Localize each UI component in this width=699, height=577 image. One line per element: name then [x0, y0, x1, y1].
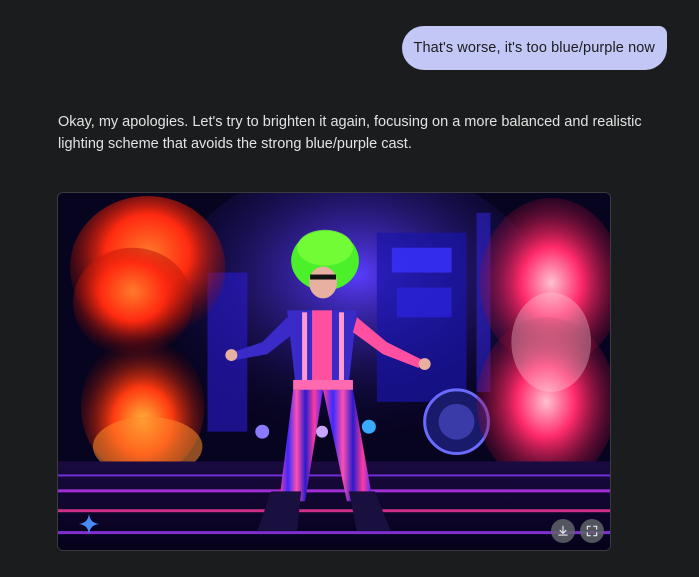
performer-stage-image [58, 193, 610, 550]
user-message-text: That's worse, it's too blue/purple now [413, 40, 655, 56]
user-message-bubble: That's worse, it's too blue/purple now [401, 26, 667, 70]
chat-page: That's worse, it's too blue/purple now O… [0, 0, 699, 577]
fullscreen-button[interactable] [580, 519, 604, 543]
sparkle-icon [78, 513, 100, 535]
generated-image[interactable] [57, 192, 611, 551]
download-button[interactable] [551, 519, 575, 543]
fullscreen-icon [586, 525, 598, 537]
assistant-message-text: Okay, my apologies. Let's try to brighte… [58, 114, 642, 152]
download-icon [558, 525, 568, 536]
